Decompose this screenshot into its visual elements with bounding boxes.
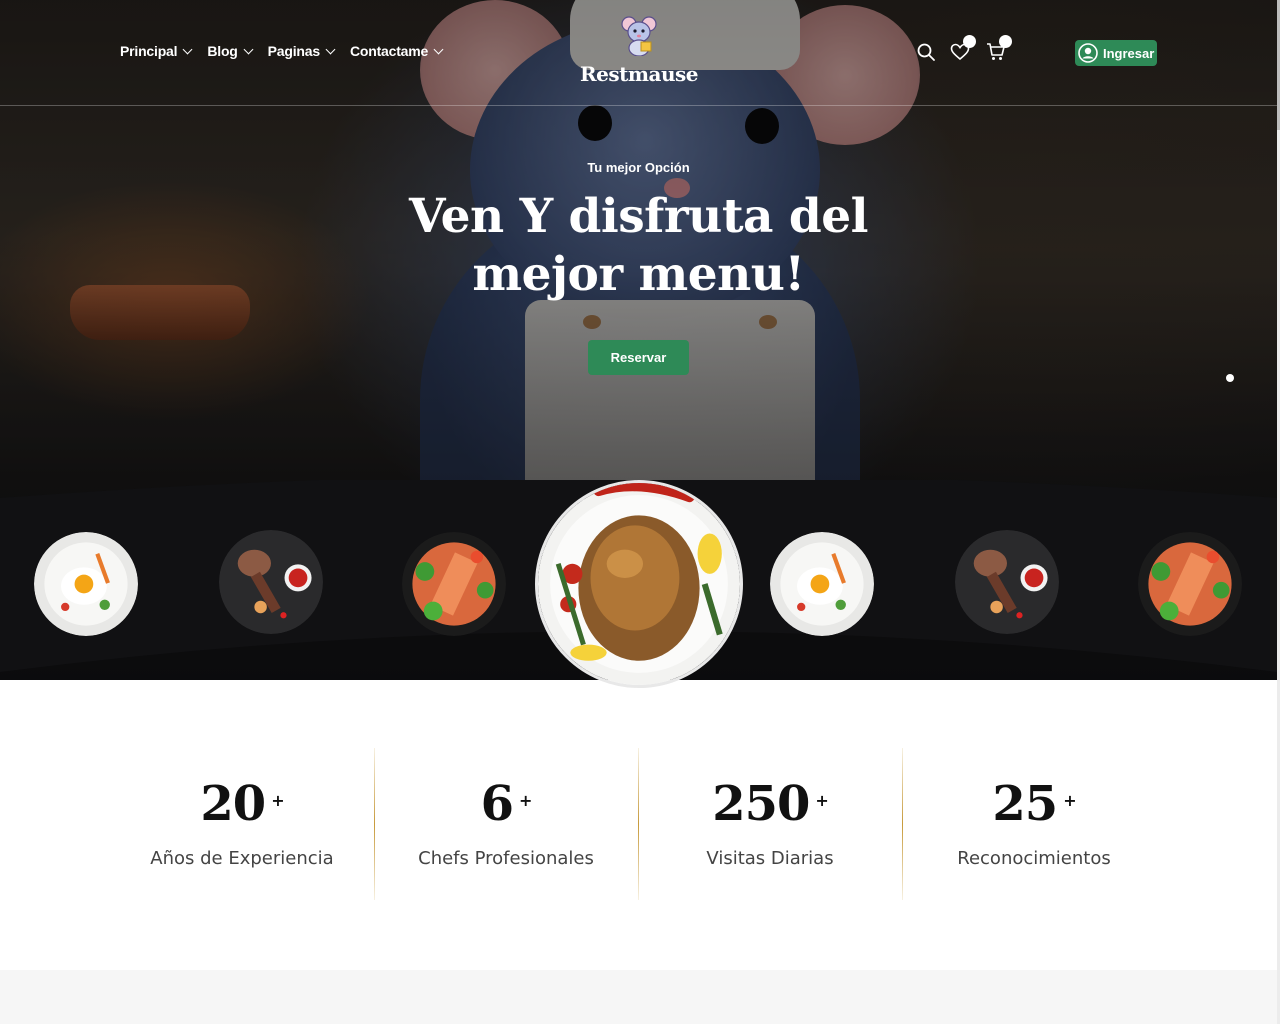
salmon-plate[interactable]	[1138, 532, 1242, 636]
stat-value: 6 +	[480, 776, 533, 832]
stats-section: 20 + Años de Experiencia 6 + Chefs Profesi…	[110, 748, 1166, 900]
egg-plate[interactable]	[34, 532, 138, 636]
site-logo[interactable]: Restmause	[579, 12, 699, 92]
chevron-down-icon	[243, 44, 254, 54]
nav-item-label: Paginas	[267, 43, 320, 59]
main-nav: Principal Blog Paginas Contactame	[120, 43, 444, 59]
roast-chicken-plate[interactable]	[535, 480, 743, 688]
login-label: Ingresar	[1103, 45, 1155, 61]
site-header: Principal Blog Paginas Contactame Restma…	[0, 0, 1277, 106]
search-icon[interactable]	[916, 42, 936, 62]
stat-label: Años de Experiencia	[150, 848, 334, 869]
stat-visits: 250 + Visitas Diarias	[638, 748, 902, 900]
wishlist-badge	[963, 35, 976, 48]
hero-title: Ven Y disfruta del mejor menu!	[409, 189, 868, 302]
nav-item-principal[interactable]: Principal	[120, 43, 193, 59]
stat-chefs: 6 + Chefs Profesionales	[374, 748, 638, 900]
steak-plate[interactable]	[219, 530, 323, 634]
salmon-plate[interactable]	[402, 532, 506, 636]
nav-item-paginas[interactable]: Paginas	[267, 43, 336, 59]
brand-name: Restmause	[580, 62, 699, 86]
stat-value: 20 +	[200, 776, 284, 832]
stat-awards: 25 + Reconocimientos	[902, 748, 1166, 900]
nav-item-blog[interactable]: Blog	[207, 43, 254, 59]
nav-item-label: Contactame	[349, 43, 429, 59]
slider-dot[interactable]	[1226, 374, 1234, 382]
nav-item-contactame[interactable]: Contactame	[349, 43, 444, 59]
chevron-down-icon	[433, 44, 444, 54]
chevron-down-icon	[182, 44, 193, 54]
user-icon	[1078, 43, 1098, 63]
egg-plate[interactable]	[770, 532, 874, 636]
stat-value: 25 +	[992, 776, 1076, 832]
hero-eyebrow: Tu mejor Opción	[587, 160, 690, 175]
reserve-button[interactable]: Reservar	[588, 340, 689, 375]
stat-value: 250 +	[712, 776, 829, 832]
stat-label: Chefs Profesionales	[418, 848, 594, 869]
nav-item-label: Blog	[207, 43, 238, 59]
next-section	[0, 970, 1277, 1024]
stat-label: Reconocimientos	[957, 848, 1111, 869]
steak-plate[interactable]	[955, 530, 1059, 634]
cart-badge	[999, 35, 1012, 48]
mouse-mascot-icon	[621, 16, 657, 56]
login-button[interactable]: Ingresar	[1075, 40, 1157, 66]
chevron-down-icon	[325, 44, 336, 54]
stat-label: Visitas Diarias	[706, 848, 834, 869]
stat-experience: 20 + Años de Experiencia	[110, 748, 374, 900]
nav-item-label: Principal	[120, 43, 178, 59]
